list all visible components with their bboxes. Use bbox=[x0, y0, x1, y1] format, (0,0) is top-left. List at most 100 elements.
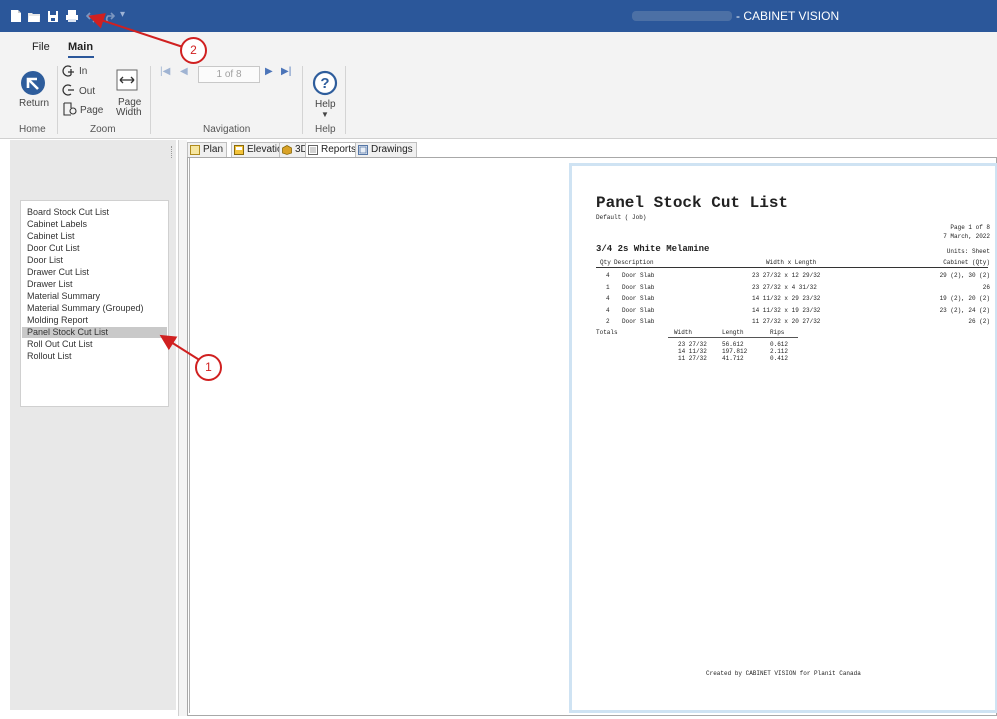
title-bar: ▾ - CABINET VISION bbox=[0, 0, 997, 32]
zoom-page-icon[interactable] bbox=[62, 102, 78, 116]
report-title: Panel Stock Cut List bbox=[596, 194, 789, 212]
ribbon-separator bbox=[302, 66, 303, 134]
totals-rips: 2.112 bbox=[770, 348, 789, 355]
report-item-rollout-list[interactable]: Rollout List bbox=[27, 351, 72, 361]
zoom-in-icon[interactable] bbox=[62, 64, 76, 78]
plan-icon bbox=[190, 145, 200, 155]
return-button-label[interactable]: Return bbox=[19, 98, 49, 109]
viewer-ruler bbox=[189, 158, 190, 713]
menu-bar: File Main bbox=[0, 32, 997, 62]
elevation-icon bbox=[234, 145, 244, 155]
redo-icon[interactable] bbox=[103, 9, 115, 23]
zoom-in-label[interactable]: In bbox=[79, 66, 87, 77]
page-width-icon[interactable] bbox=[116, 69, 138, 91]
totals-width: 11 27/32 bbox=[678, 355, 707, 362]
report-footer: Created by CABINET VISION for Planit Can… bbox=[706, 670, 861, 677]
open-folder-icon[interactable] bbox=[27, 9, 41, 23]
help-icon[interactable]: ? bbox=[312, 70, 338, 96]
tab-drawings[interactable]: Drawings bbox=[355, 142, 417, 158]
menu-active-indicator bbox=[68, 56, 94, 58]
row-qty: 4 bbox=[606, 295, 610, 302]
next-page-icon[interactable]: ▶ bbox=[265, 66, 273, 77]
report-list[interactable]: Board Stock Cut List Cabinet Labels Cabi… bbox=[20, 200, 169, 407]
reports-icon bbox=[308, 145, 318, 155]
group-label-home: Home bbox=[19, 124, 46, 135]
totals-length: 41.712 bbox=[722, 355, 744, 362]
help-button-label[interactable]: Help bbox=[315, 99, 336, 110]
row-size: 23 27/32 x 12 29/32 bbox=[752, 272, 821, 279]
page-width-label-2[interactable]: Width bbox=[116, 107, 142, 118]
report-units: Units: Sheet bbox=[946, 248, 990, 255]
totals-header-width: Width bbox=[674, 329, 693, 336]
splitter[interactable] bbox=[178, 140, 187, 716]
totals-header-length: Length bbox=[722, 329, 744, 336]
row-qty: 4 bbox=[606, 272, 610, 279]
report-page: Panel Stock Cut List Default ( Job) Page… bbox=[569, 163, 997, 713]
row-qty: 2 bbox=[606, 318, 610, 325]
group-label-navigation: Navigation bbox=[203, 124, 251, 135]
qat-customize-icon[interactable]: ▾ bbox=[120, 9, 125, 20]
report-item-board-stock-cut-list[interactable]: Board Stock Cut List bbox=[27, 207, 109, 217]
zoom-out-label[interactable]: Out bbox=[79, 86, 95, 97]
tab-reports[interactable]: Reports bbox=[305, 142, 361, 158]
totals-length: 56.612 bbox=[722, 341, 744, 348]
annotation-badge-1: 1 bbox=[195, 354, 222, 381]
report-item-roll-out-cut-list[interactable]: Roll Out Cut List bbox=[27, 339, 93, 349]
return-icon[interactable] bbox=[20, 70, 46, 96]
first-page-icon[interactable]: |◀ bbox=[160, 66, 170, 77]
totals-header-rips: Rips bbox=[770, 329, 785, 336]
menu-tab-file[interactable]: File bbox=[32, 41, 50, 53]
annotation-badge-2: 2 bbox=[180, 37, 207, 64]
report-date: 7 March, 2022 bbox=[943, 233, 990, 240]
row-size: 23 27/32 x 4 31/32 bbox=[752, 284, 817, 291]
ribbon-separator bbox=[345, 66, 346, 134]
row-description: Door Slab bbox=[622, 272, 655, 279]
report-item-drawer-list[interactable]: Drawer List bbox=[27, 279, 73, 289]
undo-icon[interactable] bbox=[86, 9, 98, 23]
tab-plan-label: Plan bbox=[203, 144, 224, 155]
report-page-number: Page 1 of 8 bbox=[950, 224, 990, 231]
report-item-door-list[interactable]: Door List bbox=[27, 255, 63, 265]
tab-drawings-label: Drawings bbox=[371, 144, 413, 155]
zoom-page-label[interactable]: Page bbox=[80, 105, 103, 116]
row-cabinet: 26 (2) bbox=[968, 318, 990, 325]
report-item-door-cut-list[interactable]: Door Cut List bbox=[27, 243, 80, 253]
row-description: Door Slab bbox=[622, 295, 655, 302]
panel-grip[interactable] bbox=[171, 146, 174, 158]
print-icon[interactable] bbox=[65, 9, 79, 23]
tab-plan[interactable]: Plan bbox=[187, 142, 228, 158]
report-subtitle: Default ( Job) bbox=[596, 214, 647, 221]
report-item-material-summary[interactable]: Material Summary bbox=[27, 291, 100, 301]
header-size: Width x Length bbox=[766, 259, 817, 266]
row-description: Door Slab bbox=[622, 307, 655, 314]
last-page-icon[interactable]: ▶| bbox=[281, 66, 291, 77]
report-item-cabinet-labels[interactable]: Cabinet Labels bbox=[27, 219, 87, 229]
previous-page-icon[interactable]: ◀ bbox=[180, 66, 188, 77]
totals-length: 197.812 bbox=[722, 348, 748, 355]
page-number-field[interactable]: 1 of 8 bbox=[198, 66, 260, 83]
report-item-cabinet-list[interactable]: Cabinet List bbox=[27, 231, 75, 241]
row-size: 14 11/32 x 29 23/32 bbox=[752, 295, 821, 302]
help-dropdown-icon[interactable]: ▼ bbox=[321, 110, 329, 119]
report-item-panel-stock-cut-list[interactable]: Panel Stock Cut List bbox=[27, 327, 108, 337]
window-title: - CABINET VISION bbox=[736, 9, 840, 23]
ribbon-separator bbox=[150, 66, 151, 134]
header-description: Description bbox=[614, 259, 654, 266]
new-file-icon[interactable] bbox=[10, 9, 22, 23]
report-item-drawer-cut-list[interactable]: Drawer Cut List bbox=[27, 267, 89, 277]
report-item-material-summary-grouped[interactable]: Material Summary (Grouped) bbox=[27, 303, 144, 313]
totals-width: 23 27/32 bbox=[678, 341, 707, 348]
group-label-zoom: Zoom bbox=[90, 124, 116, 135]
row-size: 14 11/32 x 19 23/32 bbox=[752, 307, 821, 314]
save-icon[interactable] bbox=[47, 9, 59, 23]
zoom-out-icon[interactable] bbox=[62, 83, 76, 97]
tab-reports-label: Reports bbox=[321, 144, 357, 155]
totals-rule bbox=[668, 337, 798, 338]
totals-label: Totals bbox=[596, 329, 618, 336]
3d-cube-icon bbox=[282, 145, 292, 155]
row-qty: 1 bbox=[606, 284, 610, 291]
report-item-molding-report[interactable]: Molding Report bbox=[27, 315, 88, 325]
menu-tab-main[interactable]: Main bbox=[68, 41, 93, 53]
row-qty: 4 bbox=[606, 307, 610, 314]
document-name-redacted bbox=[632, 11, 732, 21]
